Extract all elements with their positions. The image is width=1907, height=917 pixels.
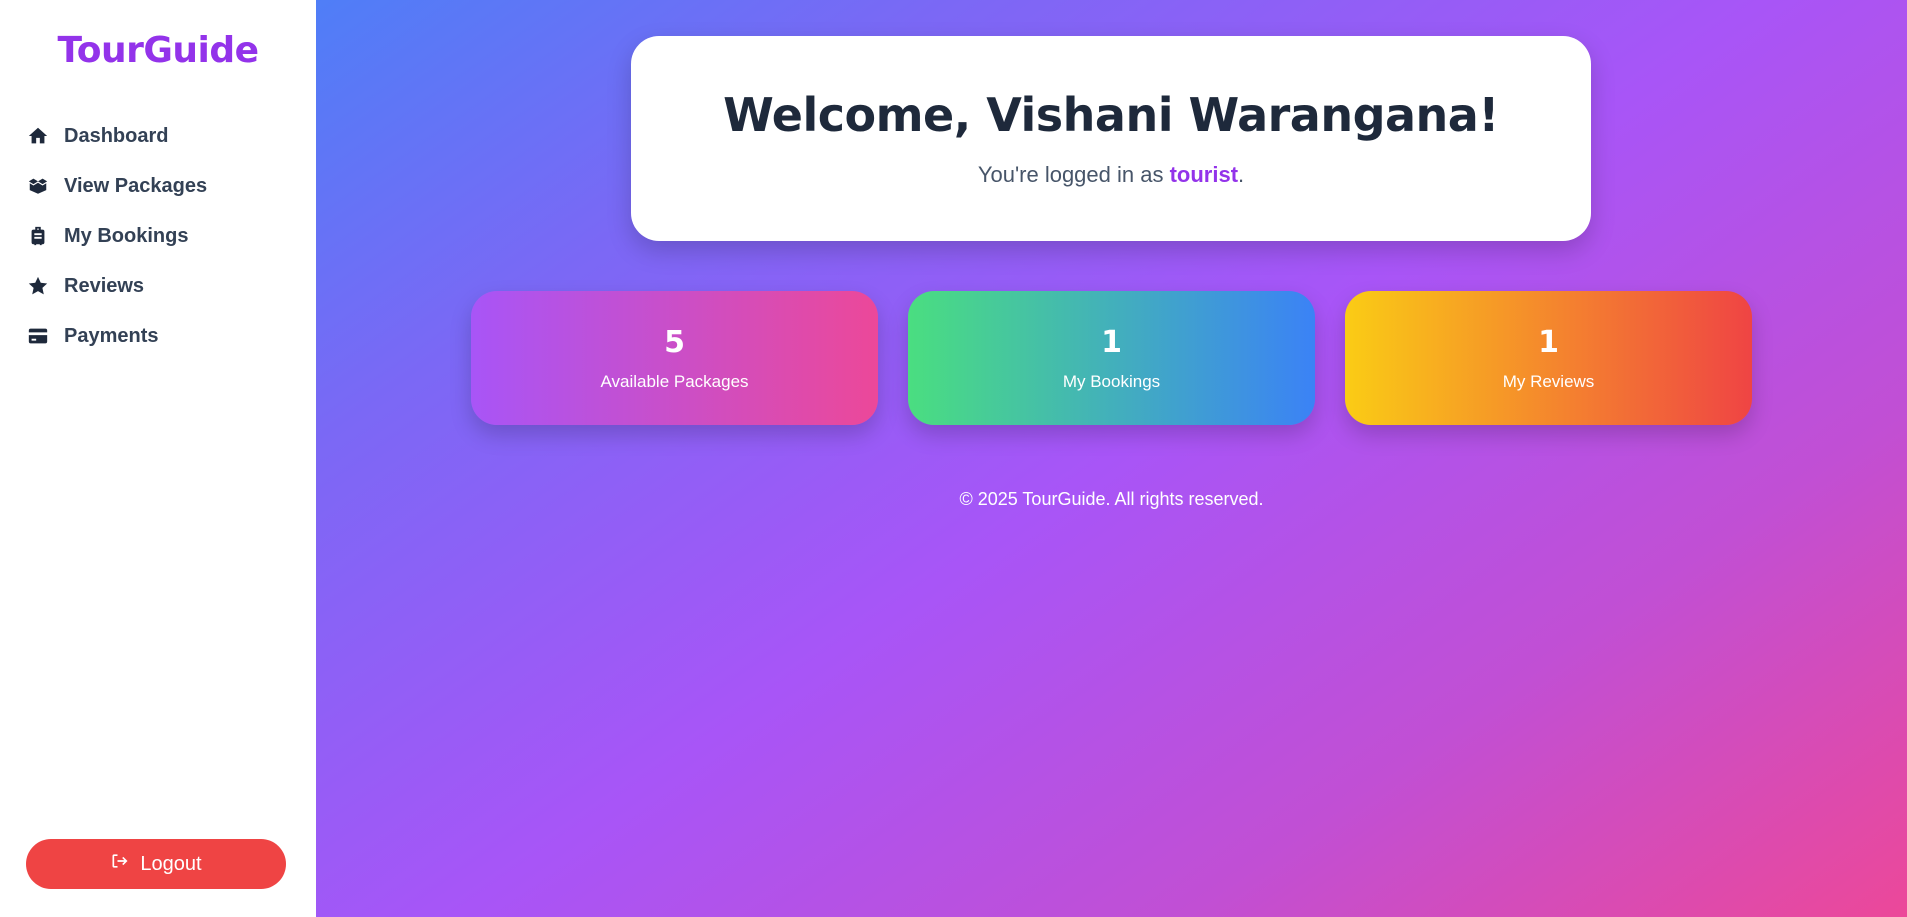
subtitle-prefix: You're logged in as bbox=[977, 162, 1170, 187]
logout-label: Logout bbox=[140, 852, 202, 875]
star-icon bbox=[26, 274, 50, 298]
welcome-card: Welcome, Vishani Warangana! You're logge… bbox=[631, 36, 1591, 241]
sidebar-nav: Dashboard View Packages My Bookings Revi… bbox=[0, 111, 316, 361]
home-icon bbox=[26, 124, 50, 148]
sidebar-item-label: My Bookings bbox=[64, 224, 189, 247]
stat-value: 1 bbox=[1101, 325, 1122, 360]
footer-copyright: © 2025 TourGuide. All rights reserved. bbox=[959, 489, 1264, 509]
welcome-subtitle: You're logged in as tourist. bbox=[631, 162, 1591, 188]
stat-label: My Reviews bbox=[1502, 372, 1595, 391]
stat-label: My Bookings bbox=[1062, 372, 1161, 391]
subtitle-suffix: . bbox=[1238, 162, 1245, 187]
suitcase-icon bbox=[26, 224, 50, 248]
sidebar-item-label: View Packages bbox=[64, 174, 208, 197]
sidebar-item-payments[interactable]: Payments bbox=[26, 311, 316, 361]
main-content: Welcome, Vishani Warangana! You're logge… bbox=[316, 0, 1907, 917]
sidebar-item-label: Reviews bbox=[64, 274, 145, 297]
sidebar: TourGuide Dashboard View Packages My Boo… bbox=[0, 0, 316, 917]
user-role: tourist bbox=[1169, 162, 1239, 187]
sidebar-item-reviews[interactable]: Reviews bbox=[26, 261, 316, 311]
credit-card-icon bbox=[26, 324, 50, 348]
sidebar-item-my-bookings[interactable]: My Bookings bbox=[26, 211, 316, 261]
stat-value: 5 bbox=[664, 325, 685, 360]
logout-button[interactable]: Logout bbox=[26, 839, 286, 889]
stat-label: Available Packages bbox=[600, 372, 749, 391]
sidebar-item-label: Payments bbox=[64, 324, 159, 347]
sidebar-item-view-packages[interactable]: View Packages bbox=[26, 161, 316, 211]
stat-value: 1 bbox=[1538, 325, 1559, 360]
sidebar-item-label: Dashboard bbox=[64, 124, 169, 147]
stat-card-available-packages[interactable]: 5 Available Packages bbox=[471, 291, 878, 425]
stats-row: 5 Available Packages 1 My Bookings 1 My … bbox=[471, 291, 1752, 425]
brand-logo[interactable]: TourGuide bbox=[0, 30, 316, 71]
stat-card-my-reviews[interactable]: 1 My Reviews bbox=[1345, 291, 1752, 425]
welcome-title: Welcome, Vishani Warangana! bbox=[723, 88, 1499, 142]
stat-card-my-bookings[interactable]: 1 My Bookings bbox=[908, 291, 1315, 425]
box-open-icon bbox=[26, 174, 50, 198]
sign-out-icon bbox=[110, 851, 130, 877]
sidebar-item-dashboard[interactable]: Dashboard bbox=[26, 111, 316, 161]
